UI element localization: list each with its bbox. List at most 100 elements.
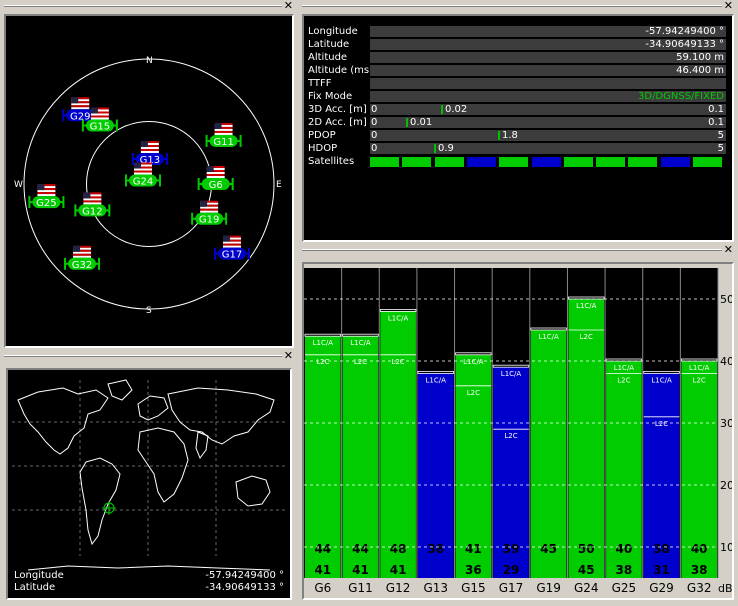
satellite-cell bbox=[563, 157, 593, 167]
satellite-label: G6 bbox=[209, 180, 223, 191]
l1-value-label: 44 bbox=[352, 542, 369, 556]
l1-band-label: L1C/A bbox=[350, 339, 371, 347]
x-tick-label: G24 bbox=[574, 581, 599, 595]
satellite-g12[interactable]: G12 bbox=[74, 192, 111, 217]
x-tick-label: G13 bbox=[423, 581, 448, 595]
satellite-g6[interactable]: G6 bbox=[197, 166, 234, 191]
us-flag-icon bbox=[206, 166, 225, 178]
us-flag-icon bbox=[214, 122, 233, 135]
satellites-indicator bbox=[370, 156, 726, 167]
satellite-g25[interactable]: G25 bbox=[28, 184, 65, 209]
acc3d-value: 0.02 bbox=[445, 104, 468, 115]
satellite-cell bbox=[466, 157, 496, 167]
bar-g25: L1C/A L2C 38 40 bbox=[605, 358, 643, 578]
l1-value-label: 44 bbox=[314, 542, 331, 556]
signal-chart: L1C/A L2C 41 44 G6 L1C/A L2C 41 44 G11 L1C/A L2C 41 4… bbox=[304, 268, 732, 595]
y-tick-label: 20 bbox=[720, 479, 732, 492]
l2-band-label: L2C bbox=[617, 376, 630, 384]
l1-band-label: L1C/A bbox=[689, 364, 710, 372]
satellite-label: G15 bbox=[90, 121, 110, 132]
skyplot-titlebar[interactable]: ✕ bbox=[2, 0, 296, 12]
close-icon[interactable]: ✕ bbox=[724, 243, 733, 256]
info-pane: ✕ Longitude -57.94249400 ° Latitude -34.… bbox=[300, 0, 736, 242]
africa bbox=[137, 427, 189, 503]
altitude-msl-value: 46.400 m bbox=[676, 65, 724, 76]
close-icon[interactable]: ✕ bbox=[284, 0, 293, 12]
satellite-cell bbox=[596, 157, 626, 167]
asia bbox=[167, 387, 275, 445]
l1-value-label: 39 bbox=[503, 542, 520, 556]
altitude-value: 59.100 m bbox=[676, 52, 724, 63]
us-flag-icon bbox=[200, 200, 219, 213]
satellite-label: G29 bbox=[70, 111, 90, 122]
x-tick-label: G25 bbox=[612, 581, 637, 595]
hdop-min: 0 bbox=[371, 143, 378, 154]
satellite-cell bbox=[660, 157, 690, 167]
signal-titlebar[interactable]: ✕ bbox=[300, 243, 736, 256]
longitude-label: Longitude bbox=[308, 26, 358, 37]
l2-value-label: 38 bbox=[691, 563, 708, 577]
us-flag-icon bbox=[222, 235, 241, 248]
y-tick-label: 50 bbox=[720, 293, 732, 306]
satellite-g11[interactable]: G11 bbox=[205, 122, 242, 148]
bar-g29: L1C/A L2C 31 38 bbox=[643, 371, 680, 578]
satellite-cell bbox=[370, 157, 399, 167]
close-icon[interactable]: ✕ bbox=[284, 349, 293, 362]
map-titlebar[interactable]: ✕ bbox=[2, 349, 296, 362]
acc2d-label: 2D Acc. [m] bbox=[308, 117, 367, 128]
y-tick-label: 40 bbox=[720, 355, 732, 368]
world-map bbox=[12, 379, 286, 571]
satellite-g24[interactable]: G24 bbox=[124, 162, 161, 188]
hdop-value: 0.9 bbox=[438, 143, 454, 154]
y-tick-label: 30 bbox=[720, 417, 732, 430]
satellite-g32[interactable]: G32 bbox=[64, 245, 101, 271]
map-pane: ✕ Longitude -57.94249400 ° Latitude -34.… bbox=[2, 349, 296, 604]
acc2d-marker bbox=[406, 118, 408, 127]
bar-g24: L1C/A L2C 45 50 bbox=[568, 296, 605, 578]
x-tick-label: G32 bbox=[687, 581, 712, 595]
us-flag-icon bbox=[140, 141, 159, 154]
acc2d-max: 0.1 bbox=[708, 117, 724, 128]
australia bbox=[235, 475, 271, 507]
x-tick-label: G17 bbox=[499, 581, 524, 595]
x-tick-label: G19 bbox=[536, 581, 561, 595]
skyplot-panel: N E S W G13 G29 G15 G11 G24 G6 G25 G12 G19 G32 G17 bbox=[4, 14, 294, 348]
pdop-label: PDOP bbox=[308, 130, 336, 141]
south-label: S bbox=[146, 306, 152, 316]
map-longitude-label: Longitude bbox=[14, 570, 64, 581]
l1-band-label: L1C/A bbox=[538, 333, 559, 341]
l2-band-label: L2C bbox=[354, 358, 367, 366]
continent-outlines bbox=[17, 379, 275, 571]
satellite-label: G32 bbox=[72, 260, 92, 271]
hdop-max: 5 bbox=[717, 143, 724, 154]
west-label: W bbox=[14, 180, 23, 190]
skyplot-pane: ✕ N E S W G13 G29 G15 G11 G24 G6 G25 G12 G19 G32 G17 bbox=[2, 0, 296, 348]
l2-value-label: 45 bbox=[578, 563, 595, 577]
pdop-value: 1.8 bbox=[502, 130, 518, 141]
satellite-cell bbox=[402, 157, 432, 167]
north-america bbox=[17, 387, 109, 455]
info-titlebar[interactable]: ✕ bbox=[300, 0, 736, 12]
satellite-label: G12 bbox=[82, 206, 102, 217]
latitude-value: -34.90649133 ° bbox=[645, 39, 724, 50]
close-icon[interactable]: ✕ bbox=[724, 0, 733, 12]
satellite-label: G17 bbox=[222, 250, 242, 261]
y-tick-label: 10 bbox=[720, 541, 732, 554]
l1-band-label: L1C/A bbox=[426, 376, 447, 384]
position-crosshair-icon bbox=[102, 501, 116, 515]
l1-value-label: 41 bbox=[465, 542, 482, 556]
bar-g12: L1C/A L2C 41 48 bbox=[379, 309, 417, 578]
acc2d-value: 0.01 bbox=[410, 117, 433, 128]
pdop-min: 0 bbox=[371, 130, 378, 141]
l2-band-label: L2C bbox=[693, 376, 706, 384]
us-flag-icon bbox=[71, 97, 90, 110]
bar-l1 bbox=[530, 330, 567, 578]
satellite-g13[interactable]: G13 bbox=[131, 141, 168, 166]
fix-mode-label: Fix Mode bbox=[308, 91, 353, 102]
satellite-g17[interactable]: G17 bbox=[213, 235, 250, 261]
satellite-g19[interactable]: G19 bbox=[191, 200, 228, 226]
acc3d-marker bbox=[441, 105, 443, 114]
satellite-cell bbox=[693, 157, 722, 167]
altitude-label: Altitude bbox=[308, 52, 348, 63]
ttff-label: TTFF bbox=[308, 78, 332, 89]
